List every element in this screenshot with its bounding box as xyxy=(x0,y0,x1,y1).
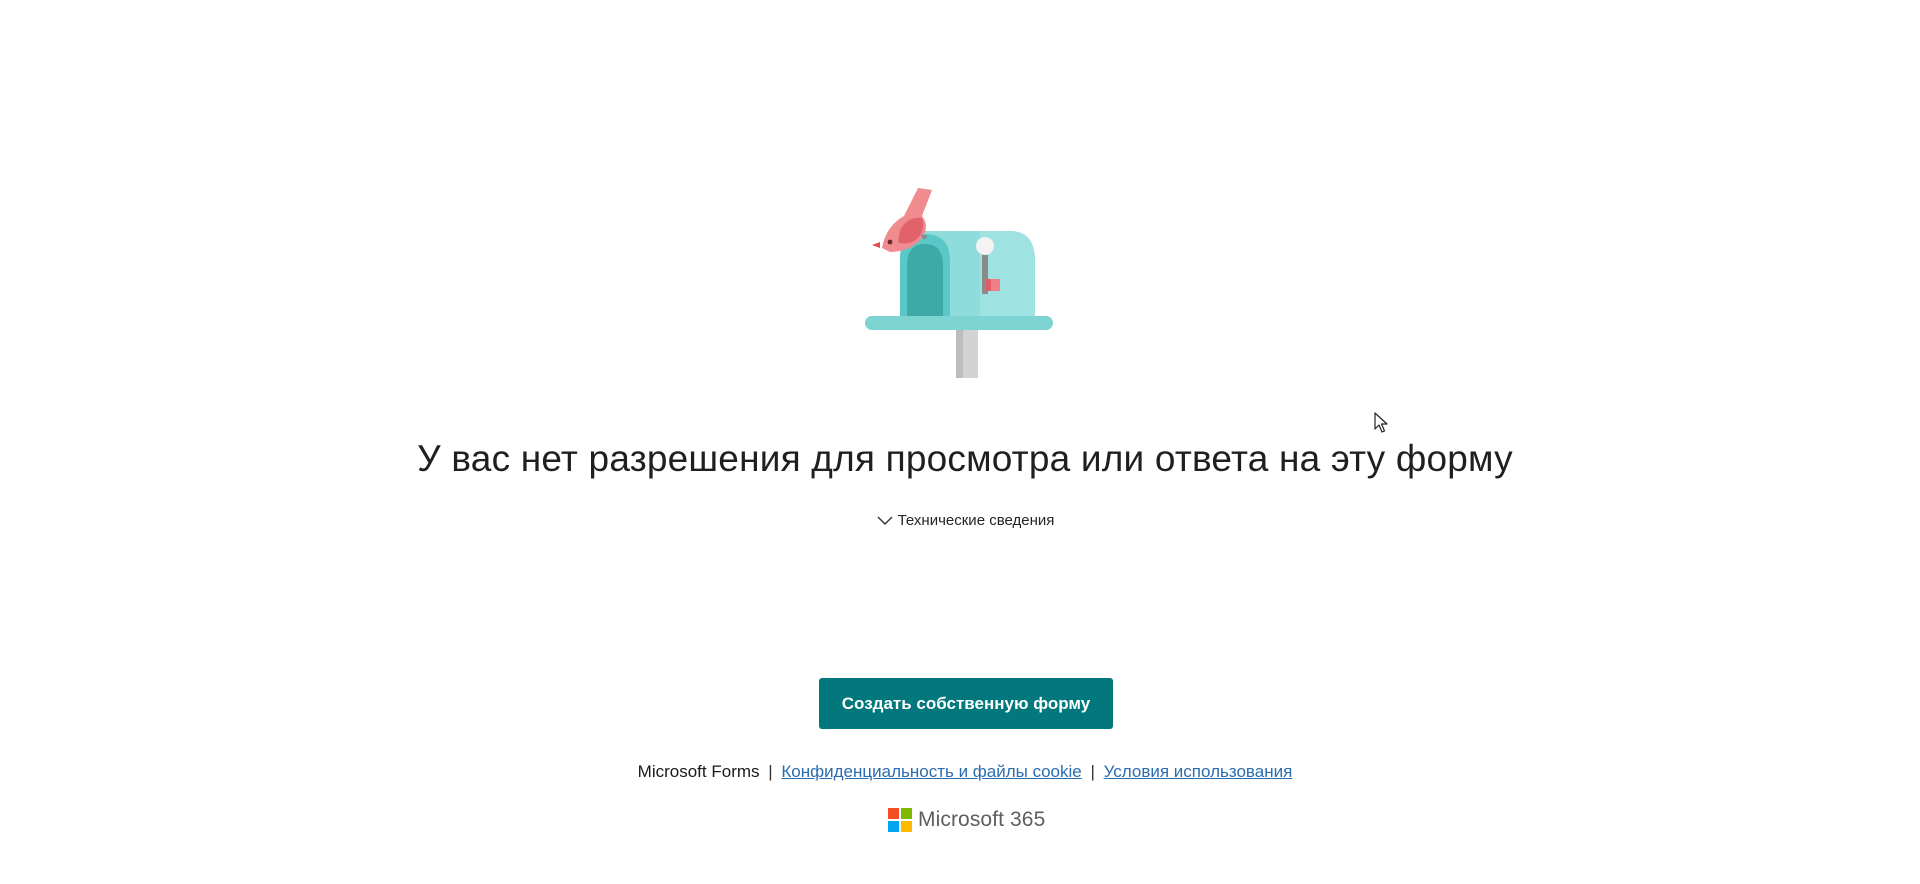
page: У вас нет разрешения для просмотра или о… xyxy=(0,0,1920,884)
microsoft-365-brand: Microsoft 365 xyxy=(888,808,1045,832)
microsoft-365-label: Microsoft 365 xyxy=(918,808,1046,831)
technical-details-toggle[interactable]: Технические сведения xyxy=(876,512,1055,529)
chevron-down-icon xyxy=(877,516,893,525)
technical-details: Технические сведения xyxy=(0,512,1920,531)
mouse-cursor-icon xyxy=(1374,412,1388,433)
logo-square-green xyxy=(901,808,912,819)
logo-square-red xyxy=(888,808,899,819)
footer-brand: Microsoft Forms xyxy=(637,762,760,781)
footer-separator: | xyxy=(1090,762,1095,781)
footer-links: Microsoft Forms | Конфиденциальность и ф… xyxy=(0,762,1920,782)
logo-square-blue xyxy=(888,821,899,832)
create-form-button[interactable]: Создать собственную форму xyxy=(819,678,1113,729)
microsoft-logo-icon xyxy=(888,808,912,832)
terms-link[interactable]: Условия использования xyxy=(1104,762,1293,781)
mailbox-illustration xyxy=(865,188,1053,378)
footer-separator: | xyxy=(768,762,773,781)
technical-details-label: Технические сведения xyxy=(897,512,1055,529)
error-title: У вас нет разрешения для просмотра или о… xyxy=(417,438,1513,479)
logo-square-yellow xyxy=(901,821,912,832)
privacy-link[interactable]: Конфиденциальность и файлы cookie xyxy=(781,762,1081,781)
